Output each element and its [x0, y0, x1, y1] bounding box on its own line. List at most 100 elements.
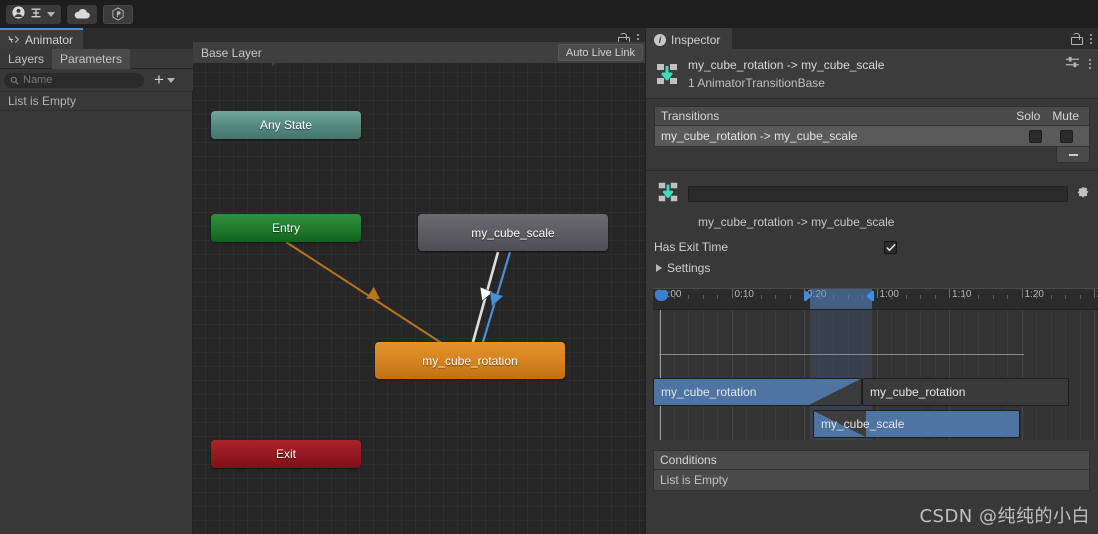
conditions-section: Conditions List is Empty [653, 450, 1090, 491]
state-node-label: Any State [259, 118, 313, 132]
timeline-minor-tick [702, 295, 704, 299]
tab-inspector-label: Inspector [671, 32, 721, 47]
transition-name-field[interactable] [688, 185, 1068, 202]
search-icon [10, 76, 19, 85]
state-node-label: Entry [271, 221, 300, 235]
remove-transition-button[interactable] [1056, 147, 1090, 163]
timeline-body[interactable]: my_cube_rotation my_cube_rotation my_cube_… [653, 310, 1098, 440]
timeline-tick [1021, 289, 1023, 298]
auto-live-link-button[interactable]: Auto Live Link [557, 44, 643, 61]
has-exit-time-row: Has Exit Time [654, 238, 1090, 256]
cloud-icon [74, 8, 90, 19]
animator-transition-icon [656, 180, 680, 207]
timeline-tick [731, 289, 733, 298]
cloud-button[interactable] [67, 4, 97, 24]
timeline-minor-tick [789, 295, 791, 299]
timeline-gridline [1079, 310, 1081, 440]
state-machine-canvas[interactable]: Any State Entry Exit my_cube_scale my_cube_r… [193, 63, 645, 534]
timeline-minor-tick [1065, 295, 1066, 299]
conditions-title: Conditions [660, 453, 717, 467]
state-node-exit[interactable]: Exit [211, 440, 361, 468]
state-node-my-cube-scale[interactable]: my_cube_scale [418, 214, 608, 251]
kebab-menu-icon[interactable] [1090, 33, 1092, 44]
timeline-minor-tick [717, 295, 718, 299]
unity-services-button[interactable] [103, 4, 133, 24]
transition-row[interactable]: my_cube_rotation -> my_cube_scale [654, 125, 1090, 147]
transition-mute-checkbox[interactable] [1060, 129, 1073, 143]
preset-icon[interactable] [1066, 56, 1079, 71]
layers-button[interactable]: Layers [0, 49, 52, 69]
tab-animator[interactable]: Animator [0, 28, 84, 49]
timeline-minor-tick [1036, 295, 1037, 299]
tab-inspector[interactable]: i Inspector [646, 28, 733, 49]
parameter-list-empty: List is Empty [0, 91, 192, 111]
unity-editor-window: Animator Layers Parameters Name + List i… [0, 0, 1098, 534]
timeline-minor-tick [746, 295, 747, 299]
timeline-guide-line [659, 354, 1024, 355]
timeline-minor-tick [934, 295, 936, 299]
transition-object-row [646, 171, 1098, 207]
timeline-tick-label: 1:10 [952, 289, 972, 300]
conditions-empty-row: List is Empty [653, 469, 1090, 491]
state-node-label: my_cube_rotation [422, 353, 518, 368]
layers-icon[interactable] [30, 7, 42, 22]
inspector-tab-icons [1071, 28, 1092, 49]
timeline-playhead-handle[interactable] [655, 290, 668, 301]
has-exit-time-checkbox[interactable] [884, 240, 898, 254]
transition-object-caption: my_cube_rotation -> my_cube_scale [698, 215, 895, 229]
inspector-header: my_cube_rotation -> my_cube_scale 1 Anim… [646, 49, 1098, 99]
transition-row-label: my_cube_rotation -> my_cube_scale [661, 129, 858, 143]
breadcrumb-base-layer[interactable]: Base Layer [193, 45, 281, 67]
chevron-down-icon[interactable] [166, 77, 175, 83]
timeline-gridline [1094, 310, 1095, 440]
animator-graph-area: Base Layer Auto Live Link Any State Entry… [193, 42, 645, 534]
timeline-minor-tick [760, 295, 762, 299]
timeline-clip[interactable]: my_cube_rotation [653, 378, 862, 406]
settings-label: Settings [667, 261, 711, 275]
animator-transition-icon [654, 61, 680, 87]
account-icon[interactable] [12, 6, 25, 22]
state-node-any-state[interactable]: Any State [211, 111, 361, 139]
transition-solo-checkbox[interactable] [1029, 129, 1042, 143]
state-node-my-cube-rotation[interactable]: my_cube_rotation [375, 342, 565, 379]
timeline-clip-label: my_cube_scale [821, 417, 905, 431]
account-group[interactable] [6, 4, 61, 24]
transition-start-marker[interactable] [804, 291, 812, 301]
transition-end-marker[interactable] [866, 291, 874, 301]
timeline-tick-label: 0:10 [734, 289, 754, 300]
plus-icon: + [154, 70, 164, 89]
chevron-down-icon[interactable] [47, 11, 55, 17]
triangle-right-icon[interactable] [656, 264, 662, 272]
parameters-button[interactable]: Parameters [52, 48, 131, 69]
transitions-toolbar [654, 147, 1090, 163]
timeline-minor-tick [1079, 295, 1081, 299]
search-input[interactable]: Name [4, 72, 144, 88]
settings-foldout[interactable]: Settings [656, 261, 1090, 275]
timeline-tick [1094, 289, 1095, 298]
timeline-selection-ruler[interactable] [810, 289, 872, 309]
timeline-ruler[interactable]: 0:000:100:201:001:101:202:0 [653, 288, 1098, 310]
add-parameter-button[interactable]: + [154, 70, 175, 89]
timeline-minor-tick [673, 295, 675, 299]
transition-timeline[interactable]: 0:000:100:201:001:101:202:0 my_cube_rota… [653, 288, 1098, 440]
timeline-playhead-line [660, 310, 661, 440]
transitions-col-mute: Mute [1052, 109, 1079, 123]
state-node-label: Exit [275, 447, 296, 461]
timeline-clip[interactable]: my_cube_scale [813, 410, 1020, 438]
timeline-clip[interactable]: my_cube_rotation [862, 378, 1069, 406]
state-node-entry[interactable]: Entry [211, 214, 361, 242]
timeline-gridline [789, 310, 791, 440]
conditions-empty-label: List is Empty [660, 473, 729, 487]
lock-icon[interactable] [1071, 32, 1083, 45]
gear-icon[interactable] [1076, 186, 1090, 201]
timeline-tick [876, 289, 878, 298]
kebab-menu-icon[interactable] [1089, 58, 1091, 69]
unity-services-icon [112, 7, 124, 21]
has-exit-time-label: Has Exit Time [654, 240, 729, 254]
timeline-gridline [760, 310, 762, 440]
breadcrumb: Base Layer Auto Live Link [193, 42, 645, 67]
search-input-placeholder: Name [23, 74, 53, 86]
timeline-gridline [1021, 310, 1023, 440]
state-node-label: my_cube_scale [471, 225, 555, 240]
timeline-minor-tick [992, 295, 994, 299]
